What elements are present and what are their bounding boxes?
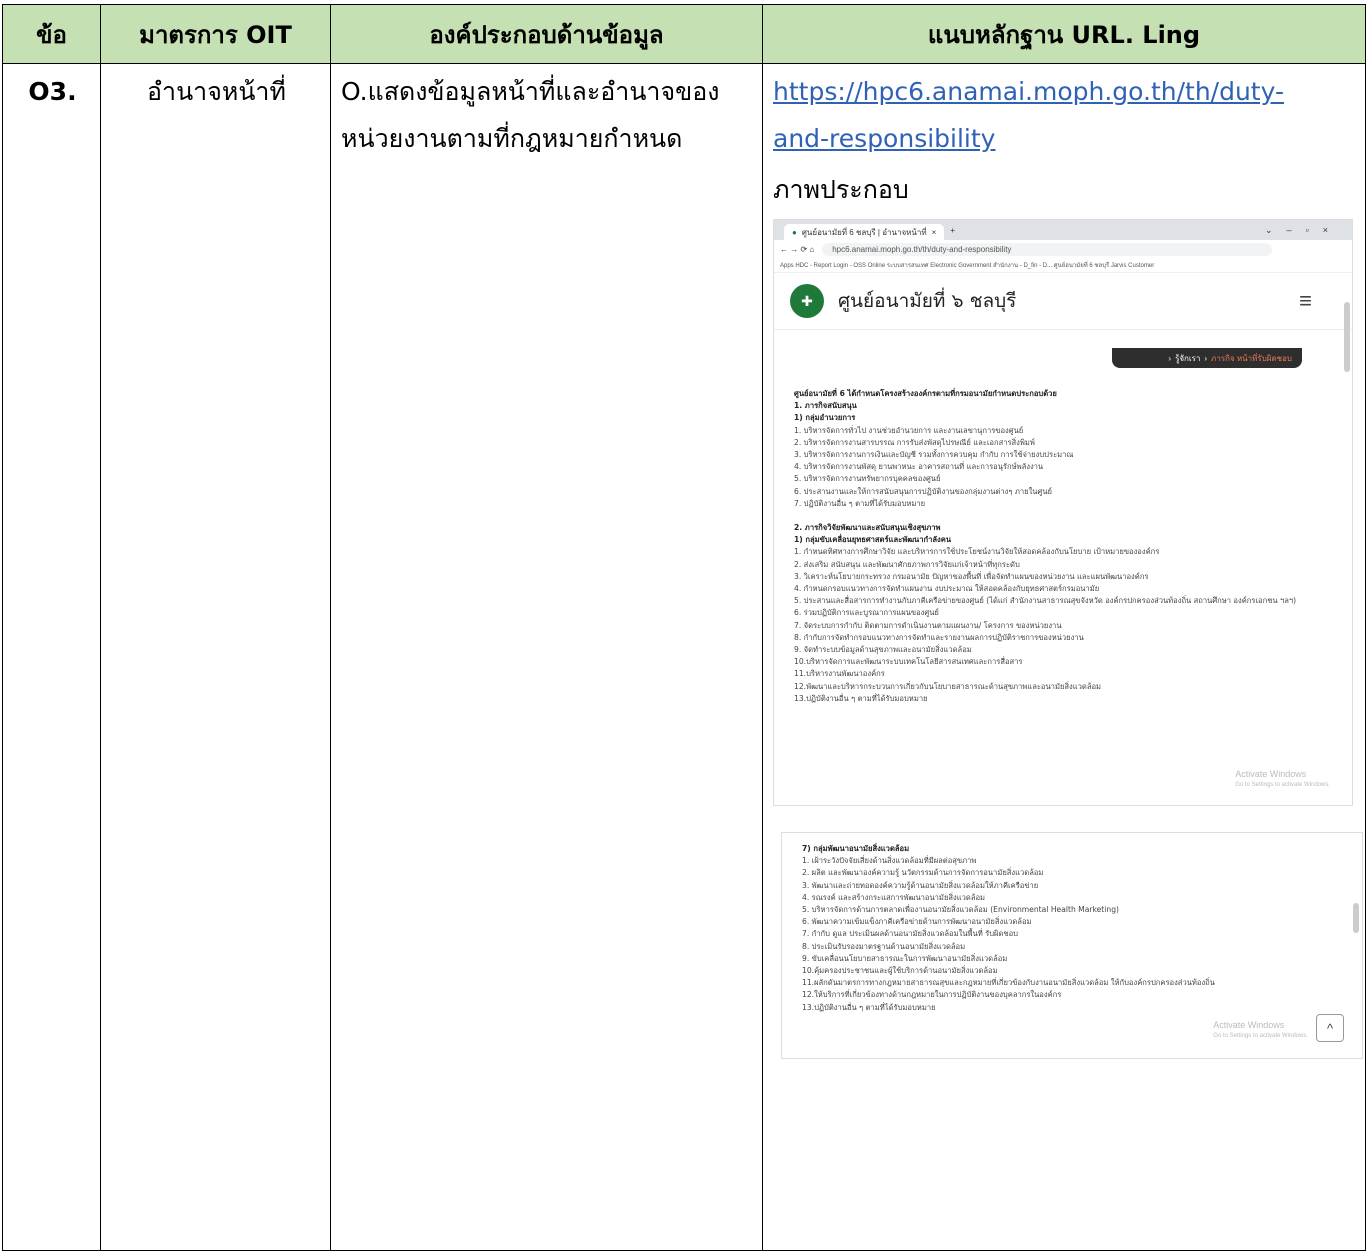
list-item: 6. ร่วมปฏิบัติการและบูรณาการแผนของศูนย์	[794, 608, 939, 618]
website-screenshot: ● ศูนย์อนามัยที่ 6 ชลบุรี | อำนาจหน้าที่…	[773, 219, 1363, 1059]
list-item: 8. ประเมินรับรองมาตรฐานด้านอนามัยสิ่งแวด…	[802, 941, 966, 951]
watermark-title: Activate Windows	[1235, 769, 1307, 779]
list-item: 2. บริหารจัดการงานสารบรรณ การรับส่งพัสดุ…	[794, 437, 1035, 447]
favicon-icon: ●	[792, 227, 797, 237]
list-item: 4. บริหารจัดการงานพัสดุ ยานพาหนะ อาคารสถ…	[794, 462, 1044, 472]
screenshot-panel-2: 7) กลุ่มพัฒนาอนามัยสิ่งแวดล้อม 1. เฝ้าระ…	[781, 832, 1363, 1059]
breadcrumb-item-1: รู้จักเรา	[1175, 353, 1201, 363]
list-item: 6. ประสานงานและให้การสนับสนุนการปฏิบัติง…	[794, 486, 1052, 496]
header-row: ข้อ มาตรการ OIT องค์ประกอบด้านข้อมูล แนบ…	[2, 4, 1366, 64]
list-item: 2. ผลิต และพัฒนาองค์ความรู้ นวัตกรรมด้าน…	[802, 868, 1044, 878]
evidence-link-line-1[interactable]: https://hpc6.anamai.moph.go.th/th/duty-	[773, 77, 1284, 106]
list-item: 12.พัฒนาและบริหารกระบวนการเกี่ยวกับนโยบา…	[794, 681, 1102, 691]
list-item: 5. บริหารจัดการงานทรัพยากรบุคคลของศูนย์	[794, 474, 941, 484]
breadcrumb: › รู้จักเรา › ภารกิจ หน้าที่รับผิดชอบ	[1112, 348, 1302, 368]
section-1-title: 1. ภารกิจสนับสนุน	[794, 401, 857, 411]
watermark-subtitle: Go to Settings to activate Windows.	[1235, 782, 1330, 788]
list-item: 3. วิเคราะห์นโยบายกระทรวง กรมอนามัย ปัญห…	[794, 571, 1149, 581]
page-content-2: 7) กลุ่มพัฒนาอนามัยสิ่งแวดล้อม 1. เฝ้าระ…	[802, 843, 1342, 1014]
list-item: 3. พัฒนาและถ่ายทอดองค์ความรู้ด้านอนามัยส…	[802, 880, 1039, 890]
evidence-link[interactable]: https://hpc6.anamai.moph.go.th/th/duty-a…	[773, 68, 1357, 162]
screenshot-panel-1: ● ศูนย์อนามัยที่ 6 ชลบุรี | อำนาจหน้าที่…	[773, 219, 1353, 806]
list-item: 7. ปฏิบัติงานอื่น ๆ ตามที่ได้รับมอบหมาย	[794, 498, 926, 508]
list-item: 5. บริหารจัดการด้านการตลาดเพื่องานอนามัย…	[802, 905, 1119, 915]
section-2-title: 2. ภารกิจวิจัยพัฒนาและสนับสนุนเชิงสุขภาพ	[794, 523, 941, 533]
list-item: 9. ขับเคลื่อนนโยบายสาธารณะในการพัฒนาอนาม…	[802, 953, 1008, 963]
list-item: 1. กำหนดทิศทางการศึกษาวิจัย และบริหารการ…	[794, 547, 1160, 557]
list-item: 13.ปฏิบัติงานอื่น ๆ ตามที่ได้รับมอบหมาย	[794, 693, 928, 703]
bookmarks-bar: Apps HDC - Report Login - OSS Online ระบ…	[774, 258, 1352, 273]
list-item: 9. จัดทำระบบข้อมูลด้านสุขภาพและอนามัยสิ่…	[794, 645, 972, 655]
watermark-title: Activate Windows	[1213, 1020, 1285, 1030]
list-item: 4. กำหนดกรอบแนวทางการจัดทำแผนงาน งบประมา…	[794, 584, 1100, 594]
menu-icon: ≡	[1299, 288, 1312, 313]
list-item: 7. จัดระบบการกำกับ ติดตามการดำเนินงานตาม…	[794, 620, 1062, 630]
windows-watermark: Activate Windows Go to Settings to activ…	[1213, 1020, 1308, 1042]
nav-icons: ← → ⟳ ⌂	[780, 244, 815, 254]
browser-tab-bar: ● ศูนย์อนามัยที่ 6 ชลบุรี | อำนาจหน้าที่…	[774, 220, 1352, 240]
scrollbar-thumb	[1353, 903, 1359, 933]
section-7-group: 7) กลุ่มพัฒนาอนามัยสิ่งแวดล้อม	[802, 844, 910, 853]
new-tab-icon: +	[950, 225, 955, 235]
list-item: 12.ให้บริการที่เกี่ยวข้องทางด้านกฎหมายใน…	[802, 990, 1062, 1000]
list-item: 11.บริหารงานพัฒนาองค์กร	[794, 669, 885, 679]
scroll-to-top-icon: ^	[1316, 1014, 1344, 1042]
section-1-group: 1) กลุ่มอำนวยการ	[794, 413, 856, 423]
list-item: 10.บริหารจัดการและพัฒนาระบบเทคโนโลยีสารส…	[794, 657, 1023, 667]
list-item: 3. บริหารจัดการงานการเงินและบัญชี รวมทั้…	[794, 450, 1074, 460]
browser-tab: ● ศูนย์อนามัยที่ 6 ชลบุรี | อำนาจหน้าที่…	[784, 224, 945, 240]
windows-watermark: Activate Windows Go to Settings to activ…	[1235, 769, 1330, 791]
list-item: 8. กำกับการจัดทำกรอบแนวทางการจัดทำและราย…	[794, 632, 1084, 642]
address-bar: hpc6.anamai.moph.go.th/th/duty-and-respo…	[822, 242, 1272, 256]
list-item: 1. เฝ้าระวังปัจจัยเสี่ยงด้านสิ่งแวดล้อมท…	[802, 856, 977, 866]
window-controls: ⌄–▫×	[1265, 224, 1342, 235]
header-element: องค์ประกอบด้านข้อมูล	[330, 4, 763, 64]
intro-text: ศูนย์อนามัยที่ 6 ได้กำหนดโครงสร้างองค์กร…	[794, 389, 1057, 398]
oit-evidence-table: ข้อ มาตรการ OIT องค์ประกอบด้านข้อมูล แนบ…	[2, 4, 1366, 1251]
header-evidence: แนบหลักฐาน URL. Ling	[762, 4, 1366, 64]
site-header: ✚ ศูนย์อนามัยที่ ๖ ชลบุรี ≡	[774, 273, 1352, 330]
close-icon: ×	[931, 227, 937, 237]
watermark-subtitle: Go to Settings to activate Windows.	[1213, 1033, 1308, 1039]
list-item: 6. พัฒนาความเข้มแข็งภาคีเครือข่ายด้านการ…	[802, 917, 1032, 927]
cell-element: O.แสดงข้อมูลหน้าที่และอำนาจของหน่วยงานตา…	[330, 63, 763, 1251]
header-measure: มาตรการ OIT	[100, 4, 331, 64]
cell-evidence: https://hpc6.anamai.moph.go.th/th/duty-a…	[762, 63, 1366, 1251]
page-content-1: ศูนย์อนามัยที่ 6 ได้กำหนดโครงสร้างองค์กร…	[794, 388, 1332, 705]
tab-title: ศูนย์อนามัยที่ 6 ชลบุรี | อำนาจหน้าที่	[801, 227, 927, 237]
table-row: O3. อำนาจหน้าที่ O.แสดงข้อมูลหน้าที่และอ…	[2, 63, 1366, 1251]
list-item: 1. บริหารจัดการทั่วไป งานช่วยอำนวยการ แล…	[794, 425, 1024, 435]
breadcrumb-item-2: ภารกิจ หน้าที่รับผิดชอบ	[1211, 353, 1292, 363]
site-title: ศูนย์อนามัยที่ ๖ ชลบุรี	[838, 290, 1017, 312]
scrollbar-thumb	[1344, 302, 1350, 372]
cell-no: O3.	[2, 63, 101, 1251]
list-item: 13.ปฏิบัติงานอื่น ๆ ตามที่ได้รับมอบหมาย	[802, 1002, 936, 1012]
list-item: 7. กำกับ ดูแล ประเมินผลด้านอนามัยสิ่งแวด…	[802, 929, 1018, 939]
list-item: 11.ผลักดันมาตรการทางกฎหมายสาธารณสุขและกฎ…	[802, 978, 1215, 988]
list-item: 10.คุ้มครองประชาชนและผู้ใช้บริการด้านอนา…	[802, 966, 998, 976]
address-row: ← → ⟳ ⌂ hpc6.anamai.moph.go.th/th/duty-a…	[774, 240, 1352, 258]
list-item: 2. ส่งเสริม สนับสนุน และพัฒนาศักยภาพการว…	[794, 559, 1020, 569]
evidence-link-line-2[interactable]: and-responsibility	[773, 124, 995, 153]
list-item: 4. รณรงค์ และสร้างกระแสการพัฒนาอนามัยสิ่…	[802, 892, 986, 902]
illustration-caption: ภาพประกอบ	[773, 175, 909, 204]
section-2-group: 1) กลุ่มขับเคลื่อนยุทธศาสตร์และพัฒนากำลั…	[794, 535, 952, 545]
header-no: ข้อ	[2, 4, 101, 64]
list-item: 5. ประสานและสื่อสารการทำงานกับภาคีเครือข…	[794, 596, 1297, 606]
cell-measure: อำนาจหน้าที่	[100, 63, 331, 1251]
anamai-logo-icon: ✚	[790, 284, 824, 318]
